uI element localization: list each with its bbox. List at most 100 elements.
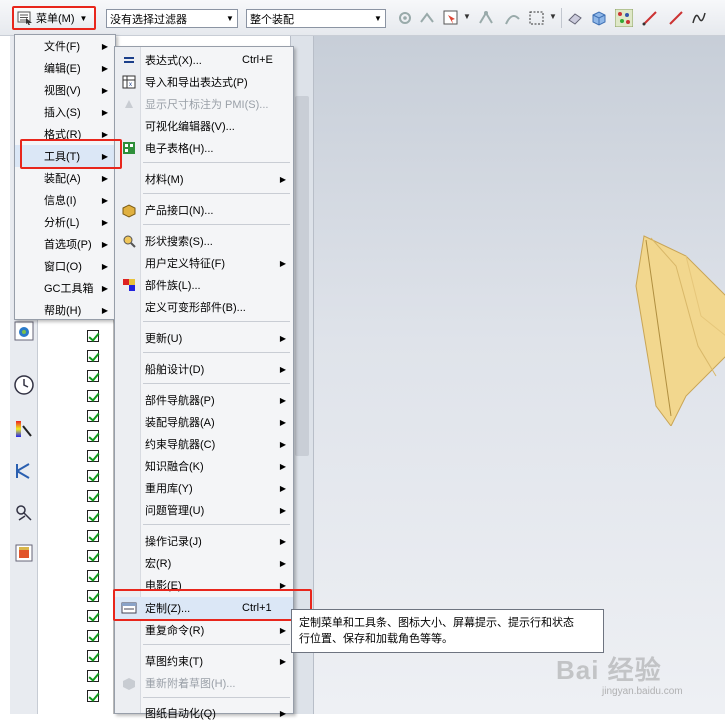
menu-separator xyxy=(143,193,290,194)
highlight-box-customize xyxy=(113,589,312,621)
row-checkbox[interactable] xyxy=(87,670,99,682)
row-checkbox[interactable] xyxy=(87,470,99,482)
point-snap-icon[interactable] xyxy=(418,9,436,27)
menu-item-update[interactable]: 更新(U) ▶ xyxy=(115,327,293,349)
menu-item-part-family[interactable]: 部件族(L)... xyxy=(115,274,293,296)
menu-item-reuse-library[interactable]: 重用库(Y) ▶ xyxy=(115,477,293,499)
3d-model-shape[interactable] xyxy=(626,226,725,426)
chevron-right-icon: ▶ xyxy=(101,283,108,293)
menu-item-help[interactable]: 帮助(H) ▶ xyxy=(15,299,115,321)
menu-item-edit[interactable]: 编辑(E) ▶ xyxy=(15,57,115,79)
menu-item-spreadsheet[interactable]: 电子表格(H)... xyxy=(115,137,293,159)
menu-item-shape-search[interactable]: 形状搜索(S)... xyxy=(115,230,293,252)
row-checkbox[interactable] xyxy=(87,330,99,342)
row-checkbox[interactable] xyxy=(87,570,99,582)
scatter-points-icon[interactable] xyxy=(615,9,633,27)
row-checkbox[interactable] xyxy=(87,590,99,602)
chevron-right-icon: ▶ xyxy=(101,195,108,205)
chevron-down-icon: ▼ xyxy=(374,14,382,23)
baidu-watermark: Bai 经验 xyxy=(556,655,662,685)
chevron-right-icon: ▶ xyxy=(101,63,108,73)
menu-item-journal[interactable]: 操作记录(J) ▶ xyxy=(115,530,293,552)
selection-filter-dropdown[interactable]: 没有选择过滤器 ▼ xyxy=(106,9,238,28)
menu-button[interactable]: 菜单(M) ▼ xyxy=(12,6,96,30)
select-region-icon[interactable] xyxy=(442,9,460,27)
eraser-icon[interactable] xyxy=(566,9,584,27)
menu-item-assembly[interactable]: 装配(A) ▶ xyxy=(15,167,115,189)
row-checkbox[interactable] xyxy=(87,350,99,362)
row-checkbox[interactable] xyxy=(87,550,99,562)
menu-item-repeat-command[interactable]: 重复命令(R) ▶ xyxy=(115,619,293,641)
menu-item-insert[interactable]: 插入(S) ▶ xyxy=(15,101,115,123)
chevron-right-icon: ▶ xyxy=(101,85,108,95)
line-tool-icon[interactable] xyxy=(641,9,659,27)
spline-icon[interactable] xyxy=(690,9,708,27)
row-checkbox[interactable] xyxy=(87,530,99,542)
solid-body-icon[interactable] xyxy=(590,9,608,27)
web-browser-icon[interactable] xyxy=(13,320,35,342)
menu-item-view[interactable]: 视图(V) ▶ xyxy=(15,79,115,101)
menu-item-materials[interactable]: 材料(M) ▶ xyxy=(115,168,293,190)
menu-item-define-deformable-part[interactable]: 定义可变形部件(B)... xyxy=(115,296,293,318)
chevron-right-icon: ▶ xyxy=(279,656,286,666)
menu-item-user-defined-feature[interactable]: 用户定义特征(F) ▶ xyxy=(115,252,293,274)
row-checkbox[interactable] xyxy=(87,650,99,662)
chevron-right-icon: ▶ xyxy=(101,107,108,117)
menu-item-import-export-expressions[interactable]: x 导入和导出表达式(P) xyxy=(115,71,293,93)
menu-separator xyxy=(143,224,290,225)
menu-item-product-interface[interactable]: 产品接口(N)... xyxy=(115,199,293,221)
chevron-right-icon: ▶ xyxy=(279,333,286,343)
row-checkbox[interactable] xyxy=(87,490,99,502)
chevron-right-icon: ▶ xyxy=(279,558,286,568)
row-checkbox[interactable] xyxy=(87,450,99,462)
menu-item-expressions[interactable]: 表达式(X)... Ctrl+E xyxy=(115,49,293,71)
menu-item-preferences[interactable]: 首选项(P) ▶ xyxy=(15,233,115,255)
row-checkbox[interactable] xyxy=(87,390,99,402)
row-checkbox[interactable] xyxy=(87,690,99,702)
diagonal-line-icon[interactable] xyxy=(667,9,685,27)
menu-item-window[interactable]: 窗口(O) ▶ xyxy=(15,255,115,277)
menu-item-information[interactable]: 信息(I) ▶ xyxy=(15,189,115,211)
scrollbar-thumb[interactable] xyxy=(295,96,309,456)
tooltip-line-1: 定制菜单和工具条、图标大小、屏幕提示、提示行和状态 xyxy=(299,617,574,629)
menu-item-gc-toolkit[interactable]: GC工具箱 ▶ xyxy=(15,277,115,299)
menu-item-knowledge-fusion[interactable]: 知识融合(K) ▶ xyxy=(115,455,293,477)
row-checkbox[interactable] xyxy=(87,510,99,522)
highlight-box-tools xyxy=(20,139,122,169)
menu-item-file[interactable]: 文件(F) ▶ xyxy=(15,35,115,57)
row-checkbox[interactable] xyxy=(87,410,99,422)
snap-curve-icon[interactable] xyxy=(504,9,522,27)
menu-item-constraint-navigator[interactable]: 约束导航器(C) ▶ xyxy=(115,433,293,455)
visualization-icon[interactable] xyxy=(13,418,35,440)
menu-item-macro[interactable]: 宏(R) ▶ xyxy=(115,552,293,574)
row-checkbox[interactable] xyxy=(87,370,99,382)
chevron-right-icon: ▶ xyxy=(101,217,108,227)
row-checkbox[interactable] xyxy=(87,630,99,642)
kinematics-icon[interactable] xyxy=(13,460,35,482)
tooltip-line-2: 行位置、保存和加载角色等等。 xyxy=(299,633,453,645)
chevron-down-icon[interactable]: ▼ xyxy=(463,12,471,21)
menu-item-drawing-automation[interactable]: 图纸自动化(Q) ▶ xyxy=(115,702,293,724)
svg-text:x: x xyxy=(129,82,132,88)
row-checkbox[interactable] xyxy=(87,610,99,622)
process-studio-icon[interactable] xyxy=(13,502,35,524)
menu-item-visual-editor[interactable]: 可视化编辑器(V)... xyxy=(115,115,293,137)
pmi-dimension-icon xyxy=(125,100,133,108)
chevron-right-icon: ▶ xyxy=(279,174,286,184)
roles-icon[interactable] xyxy=(13,542,35,564)
gear-snap-icon[interactable] xyxy=(396,9,414,27)
menu-item-sketch-constraints[interactable]: 草图约束(T) ▶ xyxy=(115,650,293,672)
menu-separator xyxy=(143,524,290,525)
menu-item-ship-design[interactable]: 船舶设计(D) ▶ xyxy=(115,358,293,380)
assembly-scope-dropdown[interactable]: 整个装配 ▼ xyxy=(246,9,386,28)
menu-item-issue-management[interactable]: 问题管理(U) ▶ xyxy=(115,499,293,521)
menu-item-assembly-navigator[interactable]: 装配导航器(A) ▶ xyxy=(115,411,293,433)
row-checkbox[interactable] xyxy=(87,430,99,442)
chevron-down-icon[interactable]: ▼ xyxy=(549,12,557,21)
menu-item-part-navigator[interactable]: 部件导航器(P) ▶ xyxy=(115,389,293,411)
snap-point-icon[interactable] xyxy=(478,9,496,27)
rectangle-select-icon[interactable] xyxy=(528,9,546,27)
history-clock-icon[interactable] xyxy=(13,374,35,396)
menu-item-analysis[interactable]: 分析(L) ▶ xyxy=(15,211,115,233)
chevron-right-icon: ▶ xyxy=(101,239,108,249)
